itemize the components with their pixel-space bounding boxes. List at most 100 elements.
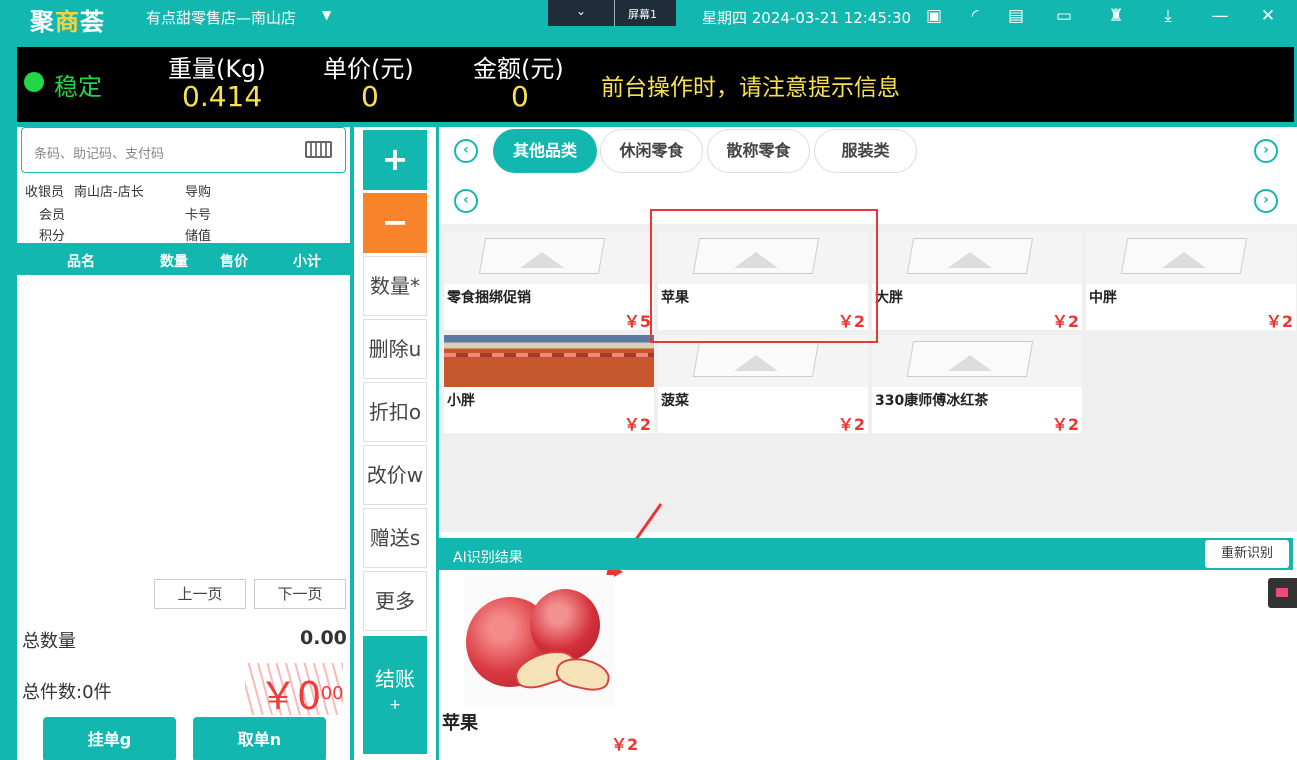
stored-value-label: 储值 [185,229,212,244]
chevron-down-icon[interactable]: ⌄ [576,4,586,18]
screen-switcher[interactable]: ⌄ 屏幕1 [548,0,676,26]
checkout-sub-label: + [389,697,401,713]
product-price: ￥2 [1051,312,1079,331]
amount-value: 0 [511,80,529,113]
placeholder-image [444,232,654,284]
app-logo: 聚商荟 [30,8,105,36]
product-name: 大胖 [875,290,903,306]
keyboard-icon[interactable] [305,141,332,158]
ai-result-title: AI识别结果 [453,550,523,566]
download-icon[interactable]: ⤓ [1158,6,1178,26]
quantity-button[interactable]: 数量* [363,256,427,316]
placeholder-image [872,232,1082,284]
product-name: 菠菜 [661,393,689,409]
product-name: 零食捆绑促销 [447,290,531,306]
unit-price-value: 0 [361,80,379,113]
tab-other[interactable]: 其他品类 [493,129,597,173]
product-price: ￥2 [1051,415,1079,434]
highlight-box [650,209,878,343]
more-button[interactable]: 更多 [363,571,427,631]
chevron-down-icon[interactable]: ▼ [322,8,331,22]
product-price: ￥2 [837,415,865,434]
tshirt-icon[interactable]: ♜ [1106,6,1126,26]
message-icon[interactable]: ▭ [1054,6,1074,26]
decrease-button[interactable]: − [363,193,427,253]
order-panel: 条码、助记码、支付码 收银员 南山店-店长 导购 会员 卡号 积分 储值 品名 … [17,127,350,760]
close-icon[interactable]: ✕ [1258,6,1278,26]
amount-label: 金额(元) [473,55,564,83]
weight-value: 0.414 [182,80,263,113]
guide-label[interactable]: 导购 [185,181,211,200]
next-page-button[interactable]: 下一页 [254,579,346,609]
total-amount-dec: .00 [315,683,344,704]
product-card[interactable]: 中胖 ￥2 [1086,232,1296,331]
placeholder-image [872,335,1082,387]
change-price-button[interactable]: 改价w [363,445,427,505]
hold-order-button[interactable]: 挂单g [43,717,176,760]
chevron-right-icon[interactable]: › [1254,139,1278,163]
ai-result-name: 苹果 [442,713,478,734]
weight-label: 重量(Kg) [168,55,266,83]
checkout-button[interactable]: 结账 + [363,636,427,754]
card-label: 卡号 [185,208,212,223]
product-price: ￥2 [623,415,651,434]
ai-result-price: ￥2 [611,735,639,754]
cash-drawer-icon[interactable]: ▣ [924,6,944,26]
cashier-label: 收银员 [25,185,65,200]
gift-button[interactable]: 赠送s [363,508,427,568]
printer-icon[interactable]: ▤ [1006,6,1026,26]
col-qty: 数量 [160,254,188,270]
prev-page-button[interactable]: 上一页 [154,579,246,609]
product-photo [444,335,654,387]
total-qty-label: 总数量 [22,631,76,652]
side-folder-tab[interactable] [1268,578,1297,608]
folder-icon [1276,588,1288,597]
store-selector[interactable]: 有点甜零售店—南山店 [146,7,296,28]
ai-result-image[interactable] [464,575,614,707]
product-name: 中胖 [1089,290,1117,306]
retrieve-order-button[interactable]: 取单n [193,717,326,760]
tab-clothing[interactable]: 服装类 [814,129,917,173]
product-name: 330康师傅冰红茶 [875,393,989,409]
product-card[interactable]: 330康师傅冰红茶 ￥2 [872,335,1082,434]
tab-bulk-snacks[interactable]: 散称零食 [707,129,810,173]
action-column: + − 数量* 删除u 折扣o 改价w 赠送s 更多 结账 + [354,127,436,760]
datetime: 星期四 2024-03-21 12:45:30 [702,9,912,27]
search-placeholder: 条码、助记码、支付码 [34,147,165,162]
product-card[interactable]: 大胖 ￥2 [872,232,1082,331]
chevron-left-icon[interactable]: ‹ [454,139,478,163]
unit-price-label: 单价(元) [323,55,414,83]
product-price: ￥5 [623,312,651,331]
cashier-value: 南山店-店长 [74,185,144,200]
scale-display: 稳定 重量(Kg) 0.414 单价(元) 0 金额(元) 0 前台操作时，请注… [17,47,1294,122]
total-amount: ￥0 .00 [245,663,344,718]
notice-text: 前台操作时，请注意提示信息 [601,75,900,101]
minimize-icon[interactable]: — [1210,6,1230,26]
placeholder-image [1086,232,1296,284]
order-table-header: 品名 数量 售价 小计 [17,243,350,275]
search-input[interactable]: 条码、助记码、支付码 [21,127,346,173]
tab-snacks[interactable]: 休闲零食 [600,129,703,173]
discount-button[interactable]: 折扣o [363,382,427,442]
title-bar: 聚商荟 有点甜零售店—南山店 ▼ ⌄ 屏幕1 星期四 2024-03-21 12… [0,0,1297,36]
total-qty-value: 0.00 [300,627,347,649]
delete-button[interactable]: 删除u [363,319,427,379]
product-name: 小胖 [447,393,475,409]
product-price: ￥2 [1265,312,1293,331]
col-name: 品名 [67,254,95,270]
checkout-label: 结账 [375,667,415,691]
chevron-left-icon[interactable]: ‹ [454,189,478,213]
reidentify-button[interactable]: 重新识别 [1205,540,1289,568]
scale-status: 稳定 [54,73,102,101]
wifi-signal-icon[interactable]: ◜ [965,6,985,26]
product-card[interactable]: 零食捆绑促销 ￥5 [444,232,654,331]
product-card[interactable]: 小胖 ￥2 [444,335,654,434]
stable-indicator-icon [24,72,44,92]
increase-button[interactable]: + [363,130,427,190]
points-label: 积分 [39,229,66,244]
member-label[interactable]: 会员 [39,204,65,223]
screen-label: 屏幕1 [628,8,657,21]
chevron-right-icon[interactable]: › [1254,189,1278,213]
product-card[interactable]: 菠菜 ￥2 [658,335,868,434]
col-subtotal: 小计 [293,254,321,270]
